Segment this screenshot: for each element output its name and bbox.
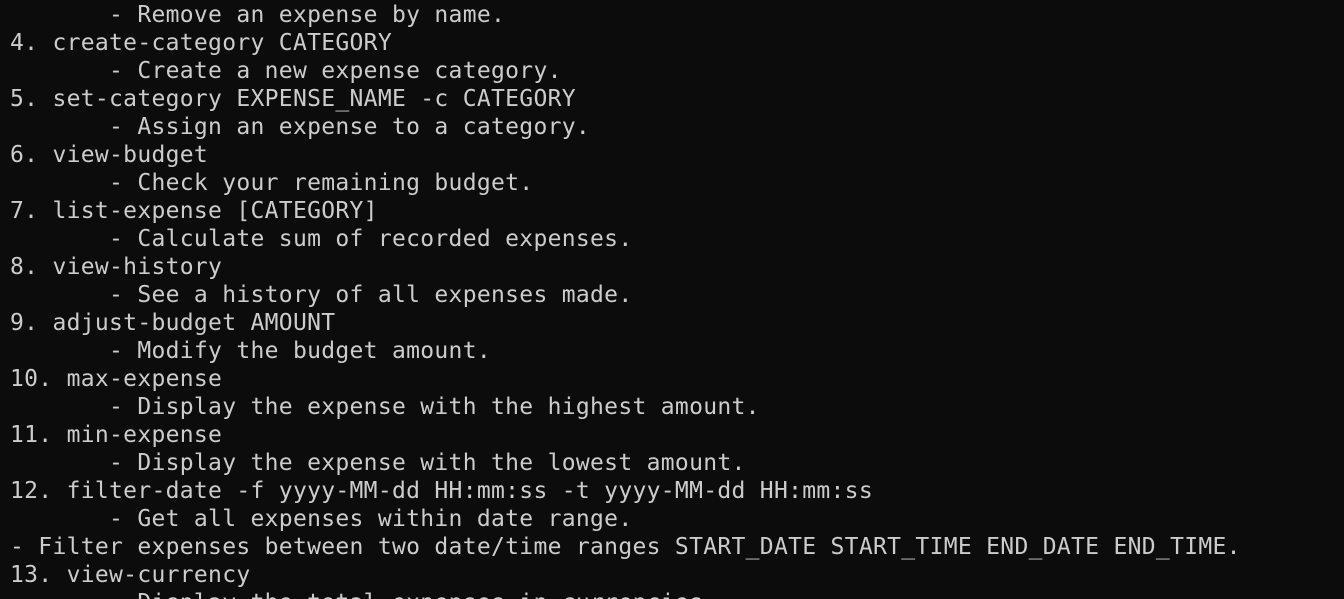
terminal-line: - Calculate sum of recorded expenses. bbox=[10, 226, 633, 252]
terminal-line: - Filter expenses between two date/time … bbox=[10, 534, 1241, 560]
terminal-line: - Display the expense with the lowest am… bbox=[10, 450, 746, 476]
terminal-line: - See a history of all expenses made. bbox=[10, 282, 633, 308]
terminal-line: - Check your remaining budget. bbox=[10, 170, 534, 196]
terminal-line: 4. create-category CATEGORY bbox=[10, 30, 392, 56]
terminal-line: 8. view-history bbox=[10, 254, 223, 280]
terminal-line: 9. adjust-budget AMOUNT bbox=[10, 310, 336, 336]
terminal-line: 10. max-expense bbox=[10, 366, 223, 392]
terminal-line: - Create a new expense category. bbox=[10, 58, 562, 84]
terminal-line: 11. min-expense bbox=[10, 422, 223, 448]
terminal-line: 7. list-expense [CATEGORY] bbox=[10, 198, 378, 224]
terminal-line: 5. set-category EXPENSE_NAME -c CATEGORY bbox=[10, 86, 576, 112]
terminal-line: - Modify the budget amount. bbox=[10, 338, 492, 364]
terminal-output: - Remove an expense by name. 4. create-c… bbox=[10, 1, 1241, 599]
terminal-line: 13. view-currency bbox=[10, 562, 251, 588]
terminal-line: - Get all expenses within date range. bbox=[10, 506, 633, 532]
terminal-line: - Assign an expense to a category. bbox=[10, 114, 591, 140]
terminal-window[interactable]: - Remove an expense by name. 4. create-c… bbox=[0, 0, 1344, 599]
terminal-line: - Display the expense with the highest a… bbox=[10, 394, 760, 420]
terminal-line: - Remove an expense by name. bbox=[10, 2, 506, 28]
terminal-line: 6. view-budget bbox=[10, 142, 209, 168]
terminal-line: - Display the total expenses in currenci… bbox=[10, 589, 1241, 599]
terminal-line: 12. filter-date -f yyyy-MM-dd HH:mm:ss -… bbox=[10, 478, 873, 504]
